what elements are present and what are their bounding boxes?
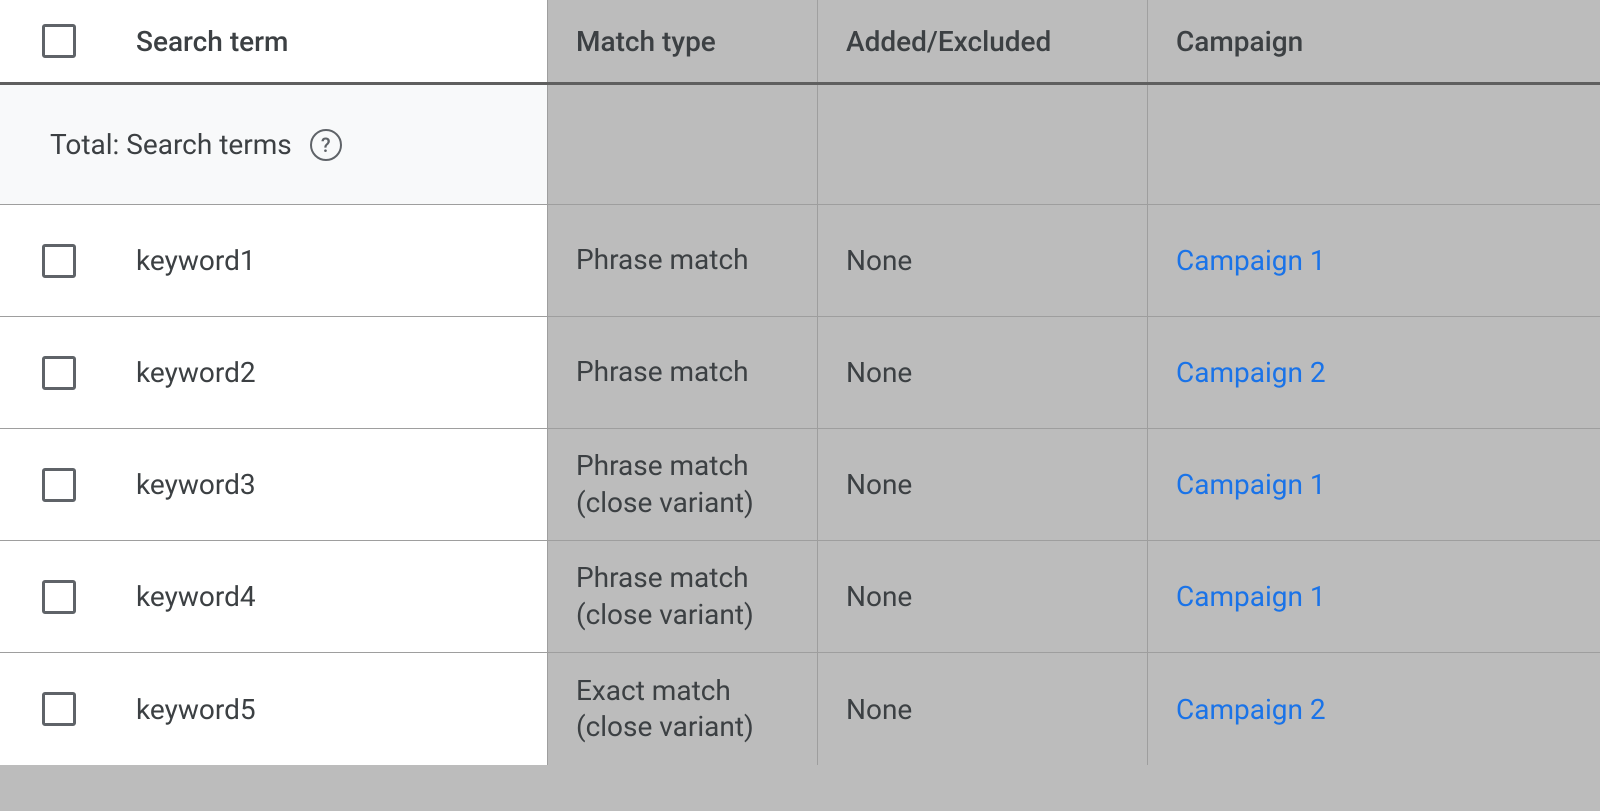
- select-all-checkbox[interactable]: [42, 24, 76, 58]
- row-campaign-cell: Campaign 2: [1148, 653, 1600, 765]
- row-checkbox[interactable]: [42, 244, 76, 278]
- table-row: keyword2 Phrase match None Campaign 2: [0, 317, 1600, 429]
- row-match-cell: Exact match (close variant): [548, 653, 818, 765]
- campaign-link[interactable]: Campaign 1: [1176, 468, 1326, 501]
- header-match-type-cell: Match type: [548, 0, 818, 82]
- campaign-link[interactable]: Campaign 2: [1176, 693, 1326, 726]
- row-search-cell: keyword1: [0, 205, 548, 316]
- header-match-type[interactable]: Match type: [576, 25, 716, 58]
- search-term-value: keyword3: [136, 468, 256, 501]
- row-checkbox[interactable]: [42, 692, 76, 726]
- match-type-value: Phrase match (close variant): [576, 448, 789, 521]
- row-match-cell: Phrase match: [548, 205, 818, 316]
- header-campaign-cell: Campaign: [1148, 0, 1600, 82]
- row-search-cell: keyword4: [0, 541, 548, 652]
- total-added-cell: [818, 85, 1148, 204]
- row-added-cell: None: [818, 653, 1148, 765]
- row-search-cell: keyword3: [0, 429, 548, 540]
- row-added-cell: None: [818, 317, 1148, 428]
- header-added-excluded-cell: Added/Excluded: [818, 0, 1148, 82]
- row-checkbox[interactable]: [42, 468, 76, 502]
- search-term-value: keyword4: [136, 580, 256, 613]
- row-campaign-cell: Campaign 2: [1148, 317, 1600, 428]
- match-type-value: Phrase match: [576, 354, 749, 390]
- row-added-cell: None: [818, 205, 1148, 316]
- row-campaign-cell: Campaign 1: [1148, 429, 1600, 540]
- table-row: keyword1 Phrase match None Campaign 1: [0, 205, 1600, 317]
- total-campaign-cell: [1148, 85, 1600, 204]
- added-excluded-value: None: [846, 580, 912, 613]
- table-row: keyword4 Phrase match (close variant) No…: [0, 541, 1600, 653]
- row-added-cell: None: [818, 429, 1148, 540]
- added-excluded-value: None: [846, 356, 912, 389]
- row-checkbox[interactable]: [42, 580, 76, 614]
- search-term-value: keyword1: [136, 244, 256, 277]
- table-row: keyword3 Phrase match (close variant) No…: [0, 429, 1600, 541]
- search-term-value: keyword5: [136, 693, 256, 726]
- match-type-value: Phrase match (close variant): [576, 560, 789, 633]
- total-label: Total: Search terms: [50, 128, 292, 161]
- row-added-cell: None: [818, 541, 1148, 652]
- search-term-value: keyword2: [136, 356, 256, 389]
- row-match-cell: Phrase match (close variant): [548, 541, 818, 652]
- campaign-link[interactable]: Campaign 2: [1176, 356, 1326, 389]
- added-excluded-value: None: [846, 244, 912, 277]
- match-type-value: Phrase match: [576, 242, 749, 278]
- help-icon[interactable]: ?: [310, 129, 342, 161]
- row-search-cell: keyword5: [0, 653, 548, 765]
- campaign-link[interactable]: Campaign 1: [1176, 244, 1326, 277]
- row-search-cell: keyword2: [0, 317, 548, 428]
- row-campaign-cell: Campaign 1: [1148, 205, 1600, 316]
- row-campaign-cell: Campaign 1: [1148, 541, 1600, 652]
- match-type-value: Exact match (close variant): [576, 673, 789, 746]
- row-match-cell: Phrase match: [548, 317, 818, 428]
- header-campaign[interactable]: Campaign: [1176, 25, 1303, 58]
- total-row: Total: Search terms ?: [0, 85, 1600, 205]
- header-search-term[interactable]: Search term: [136, 25, 288, 58]
- table-header-row: Search term Match type Added/Excluded Ca…: [0, 0, 1600, 85]
- campaign-link[interactable]: Campaign 1: [1176, 580, 1326, 613]
- total-match-cell: [548, 85, 818, 204]
- header-search-term-cell: Search term: [0, 0, 548, 82]
- header-added-excluded[interactable]: Added/Excluded: [846, 25, 1051, 58]
- total-search-cell: Total: Search terms ?: [0, 85, 548, 204]
- search-terms-table: Search term Match type Added/Excluded Ca…: [0, 0, 1600, 765]
- row-match-cell: Phrase match (close variant): [548, 429, 818, 540]
- row-checkbox[interactable]: [42, 356, 76, 390]
- table-row: keyword5 Exact match (close variant) Non…: [0, 653, 1600, 765]
- added-excluded-value: None: [846, 468, 912, 501]
- added-excluded-value: None: [846, 693, 912, 726]
